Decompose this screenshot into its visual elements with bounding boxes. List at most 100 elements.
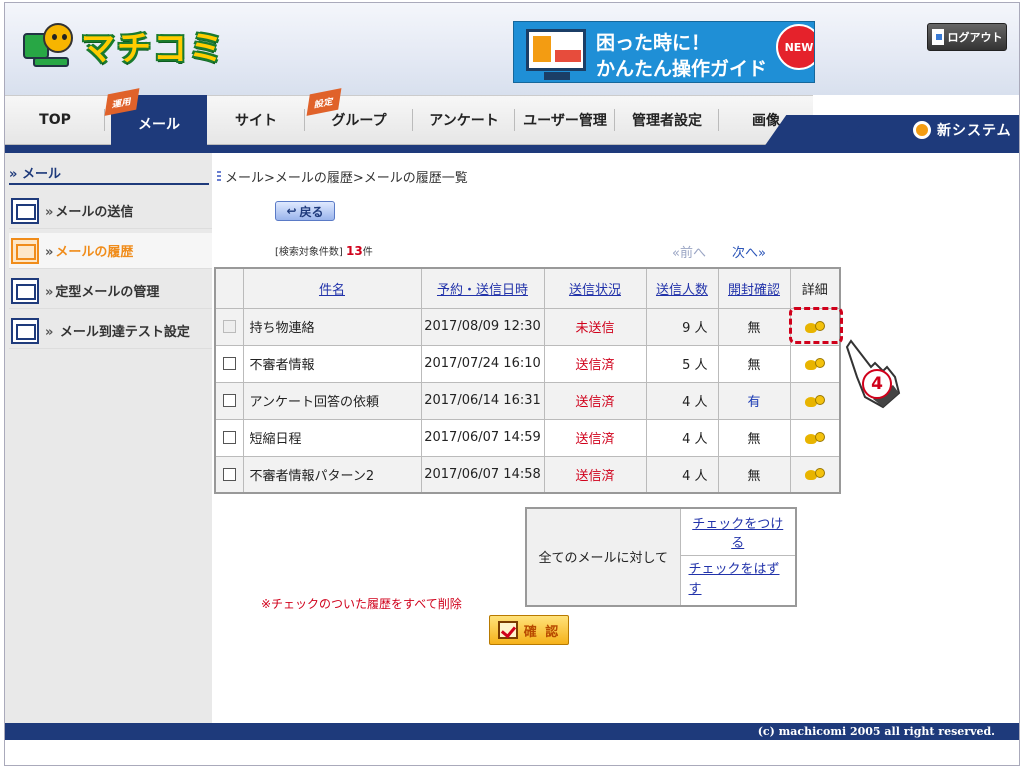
row-status: 送信済 xyxy=(543,344,647,383)
tab-label: サイト xyxy=(235,113,277,129)
sidebar-item-label: メールの送信 xyxy=(45,201,133,220)
detail-icon[interactable] xyxy=(804,357,825,370)
row-status: 送信済 xyxy=(543,455,647,494)
monitor-icon xyxy=(526,29,586,71)
delivery-test-icon xyxy=(11,317,39,344)
mail-history-table: 件名 予約・送信日時 送信状況 送信人数 開封確認 詳細 持ち物連絡 2017/… xyxy=(214,267,841,494)
row-detail[interactable] xyxy=(789,381,841,420)
header-date[interactable]: 予約・送信日時 xyxy=(420,267,545,309)
sidebar-item-mail-history[interactable]: メールの履歴 xyxy=(9,233,212,269)
header-checkbox-col xyxy=(214,267,244,309)
guide-banner-line2: かんたん操作ガイド xyxy=(596,58,768,80)
detail-icon[interactable] xyxy=(804,431,825,444)
row-select[interactable] xyxy=(214,455,244,494)
row-select[interactable] xyxy=(214,418,244,457)
machicomi-logo[interactable]: マチコミ xyxy=(21,17,225,73)
detail-icon[interactable] xyxy=(804,468,825,481)
row-subject: 不審者情報 xyxy=(242,344,422,383)
row-detail[interactable] xyxy=(789,455,841,494)
breadcrumb: メール>メールの履歴>メールの履歴一覧 xyxy=(217,167,468,186)
row-count: 4 人 xyxy=(645,418,719,457)
guide-banner[interactable]: 困った時に！ かんたん操作ガイド NEW xyxy=(513,21,815,83)
row-subject: 短縮日程 xyxy=(242,418,422,457)
browser-page: マチコミ 困った時に！ かんたん操作ガイド NEW ログアウト TOP メール … xyxy=(4,2,1020,766)
gear-icon xyxy=(913,121,931,139)
row-opened: 無 xyxy=(717,418,791,457)
row-select[interactable] xyxy=(214,307,244,346)
sidebar-heading: » メール xyxy=(9,167,61,182)
sidebar-item-label: 定型メールの管理 xyxy=(45,281,159,300)
tab-label: メール xyxy=(138,117,180,133)
back-button[interactable]: ↩ 戻る xyxy=(275,201,335,221)
row-checkbox[interactable] xyxy=(222,431,236,444)
row-select[interactable] xyxy=(214,381,244,420)
nav-underline xyxy=(5,145,1019,153)
detail-icon[interactable] xyxy=(804,394,825,407)
confirm-button[interactable]: 確 認 xyxy=(489,615,569,645)
bulk-check-panel: 全てのメールに対して チェックをつける チェックをはずす xyxy=(525,507,797,607)
tab-survey[interactable]: アンケート xyxy=(413,95,515,145)
row-select[interactable] xyxy=(214,344,244,383)
tab-user-management[interactable]: ユーザー管理 xyxy=(515,95,615,145)
logout-icon xyxy=(931,29,944,45)
uncheck-all-link[interactable]: チェックをはずす xyxy=(679,555,797,606)
check-all-link[interactable]: チェックをつける xyxy=(679,507,797,556)
sidebar-item-template-mail[interactable]: 定型メールの管理 xyxy=(9,273,212,309)
row-status: 未送信 xyxy=(543,307,647,346)
logout-button[interactable]: ログアウト xyxy=(927,23,1007,51)
prev-page-link[interactable]: «前へ xyxy=(672,242,706,261)
header-opened[interactable]: 開封確認 xyxy=(717,267,791,309)
table-row: 不審者情報 2017/07/24 16:10 送信済 5 人 無 xyxy=(214,344,841,383)
tab-admin-settings[interactable]: 管理者設定 xyxy=(615,95,719,145)
row-subject: アンケート回答の依頼 xyxy=(242,381,422,420)
result-count-value: 13 xyxy=(346,244,363,258)
row-status: 送信済 xyxy=(543,418,647,457)
new-system-link[interactable]: 新システム xyxy=(913,120,1012,140)
mail-history-icon xyxy=(11,237,39,264)
logo-wordmark: マチコミ xyxy=(81,28,225,69)
row-opened: 無 xyxy=(717,307,791,346)
table-row: 持ち物連絡 2017/08/09 12:30 未送信 9 人 無 xyxy=(214,307,841,346)
row-date: 2017/06/14 16:31 xyxy=(420,381,545,420)
footer-strip xyxy=(5,740,1019,765)
sidebar-item-label: メール到達テスト設定 xyxy=(45,321,190,340)
step-number-badge: 4 xyxy=(862,369,892,399)
row-status: 送信済 xyxy=(543,381,647,420)
template-mail-icon xyxy=(11,277,39,304)
table-row: アンケート回答の依頼 2017/06/14 16:31 送信済 4 人 有 xyxy=(214,381,841,420)
row-checkbox[interactable] xyxy=(222,394,236,407)
new-badge: NEW xyxy=(776,24,814,70)
header-count[interactable]: 送信人数 xyxy=(645,267,719,309)
back-label: 戻る xyxy=(299,204,324,219)
table-row: 短縮日程 2017/06/07 14:59 送信済 4 人 無 xyxy=(214,418,841,457)
row-count: 5 人 xyxy=(645,344,719,383)
double-left-icon: « xyxy=(672,246,680,261)
header-detail: 詳細 xyxy=(789,267,841,309)
row-checkbox[interactable] xyxy=(222,320,236,333)
sidebar-heading-label: メール xyxy=(21,167,61,182)
next-label: 次へ xyxy=(732,246,759,261)
sidebar-item-delivery-test[interactable]: メール到達テスト設定 xyxy=(9,313,212,349)
table-header-row: 件名 予約・送信日時 送信状況 送信人数 開封確認 詳細 xyxy=(214,267,841,309)
header-status[interactable]: 送信状況 xyxy=(543,267,647,309)
result-count-label: [検索対象件数] xyxy=(275,247,343,258)
row-date: 2017/06/07 14:58 xyxy=(420,455,545,494)
sidebar-item-send-mail[interactable]: メールの送信 xyxy=(9,193,212,229)
tab-top[interactable]: TOP xyxy=(5,95,105,145)
row-checkbox[interactable] xyxy=(222,467,236,481)
tab-label: 管理者設定 xyxy=(632,113,702,129)
row-count: 4 人 xyxy=(645,455,719,494)
next-page-link[interactable]: 次へ» xyxy=(732,242,766,261)
result-count-unit: 件 xyxy=(362,247,373,258)
row-detail[interactable] xyxy=(789,418,841,457)
row-count: 9 人 xyxy=(645,307,719,346)
confirm-label: 確 認 xyxy=(523,624,561,640)
bulk-check-label: 全てのメールに対して xyxy=(525,507,681,606)
guide-banner-line1: 困った時に！ xyxy=(596,32,711,54)
header-subject[interactable]: 件名 xyxy=(242,267,422,309)
tab-label: TOP xyxy=(39,112,71,128)
row-checkbox[interactable] xyxy=(222,357,236,370)
tab-site[interactable]: サイト xyxy=(207,95,305,145)
uncheck-all-label: チェックをはず xyxy=(688,562,780,578)
row-detail[interactable] xyxy=(789,344,841,383)
